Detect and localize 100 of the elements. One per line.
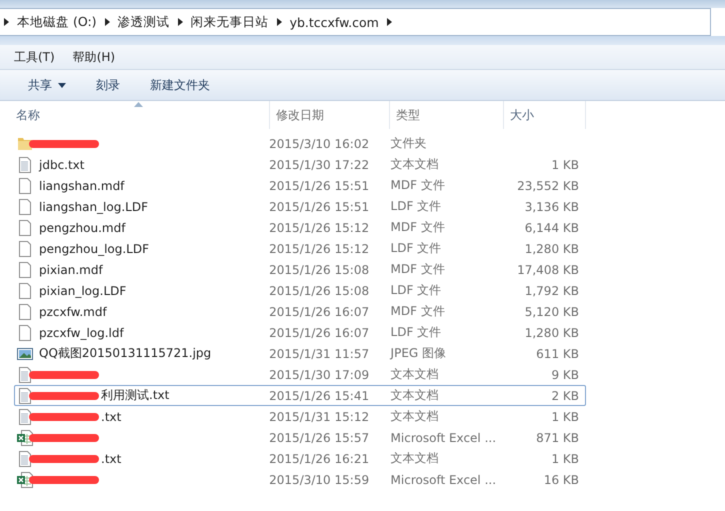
date-cell-text: 2015/1/26 15:51	[268, 200, 370, 214]
focused-row[interactable]: 利用测试.txt 2015/1/26 15:41 文本文档 2 KB	[14, 385, 586, 406]
toolbar-button[interactable]: 共享	[18, 72, 76, 98]
size-cell: 3,136 KB	[524, 200, 579, 214]
date-cell-text: 2015/1/30 17:09	[268, 368, 370, 382]
date-cell-text: 2015/1/26 15:12	[268, 242, 370, 256]
type-cell-text: MDF 文件	[390, 219, 446, 236]
date-cell-text: 2015/3/10 16:02	[268, 136, 370, 150]
size-cell: 611 KB	[536, 346, 579, 360]
date-cell-text: 2015/1/26 15:08	[268, 262, 370, 276]
chevron-icon[interactable]	[4, 18, 9, 26]
size-cell: 1,280 KB	[524, 242, 579, 256]
size-cell: 871 KB	[536, 430, 579, 444]
blank-file-icon	[17, 304, 33, 320]
dropdown-caret-icon	[58, 82, 66, 88]
date-cell-text: 2015/1/26 16:07	[268, 304, 370, 318]
date-cell-text: 2015/1/26 15:51	[268, 178, 370, 192]
blank-file-icon	[17, 178, 33, 194]
size-cell: 1 KB	[551, 158, 579, 172]
menu-item[interactable]: 工具(T)	[14, 48, 55, 66]
image-file-icon	[17, 346, 33, 362]
type-cell-text: 文本文档	[390, 387, 440, 404]
blank-file-icon	[17, 262, 33, 278]
date-cell-text: 2015/1/31 11:57	[268, 346, 370, 360]
breadcrumb-item[interactable]: 本地磁盘 (O:)	[17, 14, 97, 30]
date-cell-text: 2015/3/10 15:59	[268, 472, 370, 486]
type-cell-text: Microsoft Excel ...	[390, 430, 498, 444]
date-cell-text: 2015/1/26 15:08	[268, 284, 370, 298]
date-cell-text: 2015/1/30 17:22	[268, 158, 370, 172]
file-name: liangshan.mdf	[39, 178, 124, 192]
size-cell: 6,144 KB	[524, 220, 579, 234]
toolbar-button[interactable]: 新建文件夹	[140, 72, 220, 98]
file-name: pengzhou.mdf	[39, 220, 126, 234]
breadcrumb-item[interactable]: 闲来无事日站	[190, 14, 269, 30]
type-cell-text: 文本文档	[390, 366, 440, 383]
blank-file-icon	[17, 220, 33, 236]
size-cell: 2 KB	[551, 388, 579, 402]
size-cell: 1 KB	[551, 410, 579, 424]
text-file-icon	[17, 450, 33, 466]
size-cell: 23,552 KB	[517, 178, 579, 192]
column-header[interactable]: 名称	[0, 101, 270, 129]
type-cell-text: MDF 文件	[390, 261, 446, 278]
blank-file-icon	[17, 198, 33, 214]
column-header[interactable]: 修改日期	[270, 101, 390, 129]
text-file-icon	[17, 366, 33, 382]
type-cell-text: MDF 文件	[390, 177, 446, 194]
text-file-icon	[17, 388, 33, 404]
file-name: QQ截图20150131115721.jpg	[39, 345, 212, 362]
blank-file-icon	[17, 324, 33, 340]
type-cell-text: 文本文档	[390, 156, 440, 173]
column-header[interactable]: 大小	[504, 101, 586, 129]
folder-icon	[17, 136, 33, 152]
file-name: pixian_log.LDF	[39, 284, 126, 298]
address-bar[interactable]: 本地磁盘 (O:) 渗透测试 闲来无事日站 yb.tccxfw.com	[0, 8, 711, 36]
sort-arrow-icon	[134, 102, 143, 107]
type-cell-text: Microsoft Excel ...	[390, 472, 498, 486]
date-cell-text: 2015/1/26 15:12	[268, 220, 370, 234]
type-cell-text: MDF 文件	[390, 303, 446, 320]
type-cell-text: 文件夹	[390, 135, 428, 152]
file-name: pengzhou_log.LDF	[39, 242, 150, 256]
toolbar-button[interactable]: 刻录	[86, 72, 130, 98]
type-cell-text: LDF 文件	[390, 282, 442, 299]
size-cell: 1,792 KB	[524, 284, 579, 298]
file-name: pixian.mdf	[39, 262, 103, 276]
blank-file-icon	[17, 240, 33, 256]
size-cell: 1 KB	[551, 452, 579, 466]
size-cell: 16 KB	[544, 472, 579, 486]
type-cell-text: 文本文档	[390, 450, 440, 467]
type-cell-text: LDF 文件	[390, 198, 442, 215]
chevron-icon[interactable]	[276, 18, 282, 26]
file-name: jdbc.txt	[39, 158, 84, 172]
column-header[interactable]: 类型	[390, 101, 504, 129]
type-cell-text: JPEG 图像	[388, 345, 448, 362]
size-cell: 17,408 KB	[517, 262, 579, 276]
blank-file-icon	[17, 282, 33, 298]
size-cell: 9 KB	[551, 368, 579, 382]
date-cell-text: 2015/1/31 15:12	[268, 410, 370, 424]
size-cell: 5,120 KB	[524, 304, 579, 318]
file-name: pzcxfw_log.ldf	[39, 326, 124, 340]
chevron-icon[interactable]	[386, 18, 392, 26]
date-cell-text: 2015/1/26 15:57	[268, 430, 370, 444]
size-cell: 1,280 KB	[524, 326, 579, 340]
text-file-icon	[17, 156, 33, 172]
date-cell-text: 2015/1/26 15:41	[268, 388, 370, 402]
breadcrumb-item[interactable]: yb.tccxfw.com	[290, 14, 379, 30]
file-name: 利用测试.txt	[101, 387, 170, 404]
menu-item[interactable]: 帮助(H)	[72, 48, 116, 66]
chevron-icon[interactable]	[104, 18, 110, 26]
type-cell-text: LDF 文件	[390, 324, 442, 341]
date-cell-text: 2015/1/26 16:07	[268, 326, 370, 340]
file-name: liangshan_log.LDF	[39, 200, 148, 214]
file-name: .txt	[101, 452, 122, 466]
file-name: .txt	[101, 410, 122, 424]
type-cell-text: LDF 文件	[390, 240, 442, 257]
breadcrumb-item[interactable]: 渗透测试	[118, 14, 170, 30]
date-cell-text: 2015/1/26 16:21	[268, 452, 370, 466]
chevron-icon[interactable]	[178, 18, 183, 26]
file-name: pzcxfw.mdf	[39, 304, 107, 318]
text-file-icon	[17, 408, 33, 424]
type-cell-text: 文本文档	[390, 408, 440, 425]
